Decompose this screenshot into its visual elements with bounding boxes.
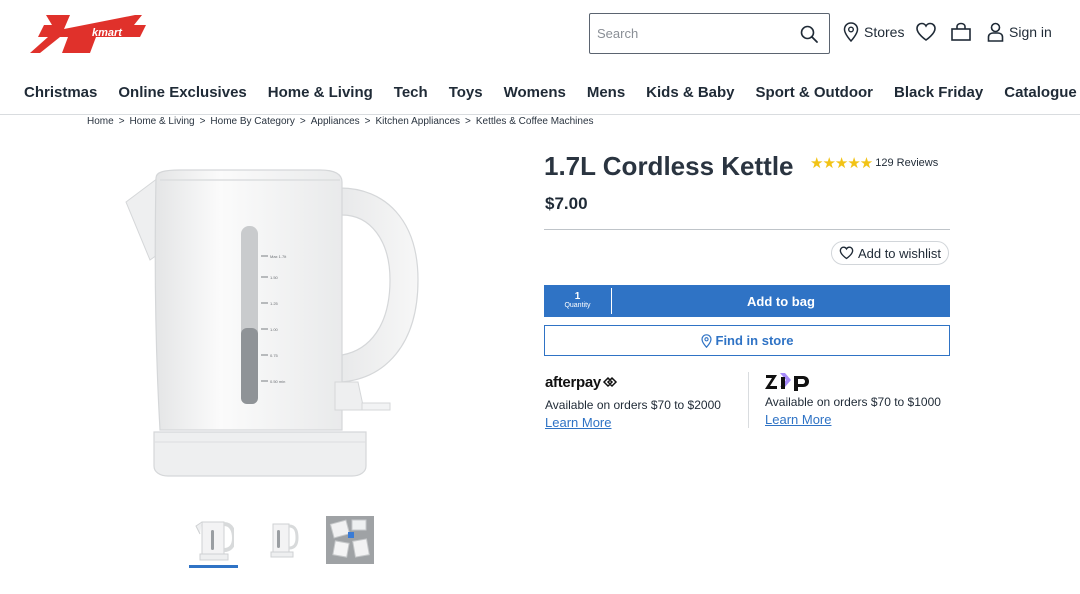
search-box[interactable]: [589, 13, 830, 54]
nav-item-black-friday[interactable]: Black Friday: [894, 84, 983, 101]
bag-link[interactable]: [950, 22, 972, 42]
afterpay-logo: afterpay: [545, 372, 721, 392]
nav-item-home-living[interactable]: Home & Living: [268, 84, 373, 101]
kmart-logo[interactable]: kmart: [30, 15, 148, 53]
breadcrumb-home[interactable]: Home: [87, 116, 114, 127]
zip-logo: zip: [765, 372, 941, 392]
zip-section: zip Available on orders $70 to $1000 Lea…: [765, 372, 941, 429]
product-rating[interactable]: ★★★★★ 129 Reviews: [810, 154, 938, 172]
add-to-bag-button[interactable]: Add to bag: [612, 285, 950, 317]
add-to-bag-bar: 1 Quantity Add to bag: [544, 285, 950, 317]
gauge-label-max: Max 1.7lt: [270, 254, 287, 259]
product-main-image[interactable]: Max 1.7lt 1.50 1.25 1.00 0.75 0.50 min: [120, 160, 420, 480]
afterpay-section: afterpay Available on orders $70 to $200…: [545, 372, 721, 432]
wishlist-link[interactable]: [915, 22, 937, 42]
breadcrumb-appliances[interactable]: Appliances: [311, 116, 360, 127]
breadcrumb-separator: >: [118, 116, 125, 127]
breadcrumb-home-by-category[interactable]: Home By Category: [210, 116, 294, 127]
add-to-wishlist-button[interactable]: Add to wishlist: [831, 241, 949, 265]
gauge-label-min: 0.50 min: [270, 379, 285, 384]
breadcrumb: Home > Home & Living > Home By Category > A…: [87, 116, 594, 127]
quantity-value: 1: [574, 291, 581, 302]
site-header: kmart Stores Sign in: [0, 0, 1080, 70]
gauge-label-100: 1.00: [270, 327, 279, 332]
breadcrumb-kitchen-appliances[interactable]: Kitchen Appliances: [376, 116, 461, 127]
heart-icon: [839, 246, 854, 260]
review-count[interactable]: 129 Reviews: [875, 157, 938, 169]
price-divider: [544, 229, 950, 230]
thumbnail-3[interactable]: [326, 515, 374, 565]
zip-description: Available on orders $70 to $1000: [765, 395, 941, 409]
find-in-store-label: Find in store: [715, 333, 794, 348]
main-nav: Christmas Online Exclusives Home & Livin…: [24, 84, 1080, 101]
stores-link[interactable]: Stores: [843, 22, 904, 42]
nav-item-sport-outdoor[interactable]: Sport & Outdoor: [756, 84, 873, 101]
shopping-bag-icon: [951, 22, 971, 41]
nav-item-christmas[interactable]: Christmas: [24, 84, 97, 101]
breadcrumb-kettles-coffee-machines[interactable]: Kettles & Coffee Machines: [476, 116, 594, 127]
logo-wordmark: kmart: [92, 27, 123, 39]
thumbnail-1[interactable]: [189, 515, 238, 568]
nav-item-kids-baby[interactable]: Kids & Baby: [646, 84, 734, 101]
breadcrumb-home-living[interactable]: Home & Living: [130, 116, 195, 127]
payments-divider: [748, 372, 749, 428]
nav-item-womens[interactable]: Womens: [504, 84, 566, 101]
user-icon: [987, 22, 1004, 42]
add-to-wishlist-label: Add to wishlist: [857, 245, 942, 261]
find-in-store-button[interactable]: Find in store: [544, 325, 950, 356]
nav-item-online-exclusives[interactable]: Online Exclusives: [118, 84, 246, 101]
heart-icon: [916, 22, 936, 41]
rating-stars-icon: ★★★★★: [810, 155, 873, 172]
gauge-label-125: 1.25: [270, 301, 279, 306]
sign-in-link[interactable]: Sign in: [987, 22, 1052, 42]
nav-item-tech[interactable]: Tech: [394, 84, 428, 101]
breadcrumb-separator: >: [364, 116, 371, 127]
thumbnail-strip: [189, 515, 374, 568]
gauge-label-150: 1.50: [270, 275, 279, 280]
nav-divider: [0, 114, 1080, 115]
location-pin-icon: [843, 22, 859, 42]
nav-item-catalogue[interactable]: Catalogue: [1004, 84, 1077, 101]
quantity-label: Quantity: [564, 302, 591, 309]
search-input[interactable]: [590, 26, 790, 41]
nav-item-toys[interactable]: Toys: [449, 84, 483, 101]
sign-in-label: Sign in: [1009, 24, 1052, 40]
breadcrumb-separator: >: [465, 116, 471, 127]
breadcrumb-separator: >: [299, 116, 306, 127]
afterpay-learn-more-link[interactable]: Learn More: [545, 415, 611, 430]
quantity-selector[interactable]: 1 Quantity: [544, 288, 612, 314]
afterpay-arrows-icon: [602, 376, 618, 388]
afterpay-logo-text: afterpay: [545, 373, 601, 391]
stores-label: Stores: [864, 24, 905, 40]
search-icon[interactable]: [799, 24, 819, 44]
thumbnail-2[interactable]: [258, 515, 306, 565]
breadcrumb-separator: >: [199, 116, 206, 127]
nav-item-mens[interactable]: Mens: [587, 84, 625, 101]
afterpay-description: Available on orders $70 to $2000: [545, 398, 721, 412]
product-price: $7.00: [545, 194, 588, 213]
zip-learn-more-link[interactable]: Learn More: [765, 412, 831, 427]
gauge-label-075: 0.75: [270, 353, 279, 358]
location-pin-icon: [700, 333, 712, 348]
product-title: 1.7L Cordless Kettle: [544, 151, 794, 181]
